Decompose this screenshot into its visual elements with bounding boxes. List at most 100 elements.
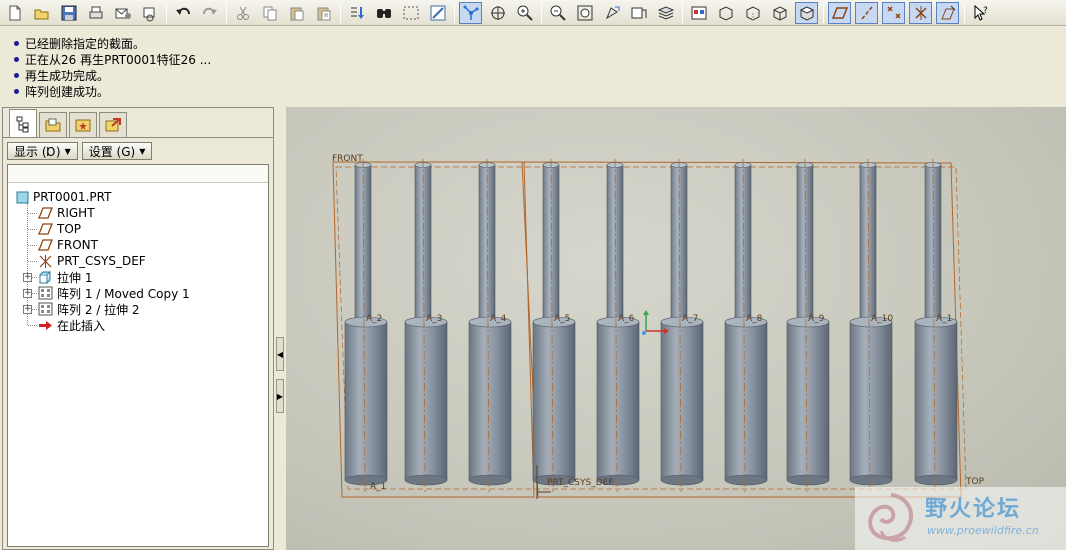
saved-views-button[interactable] (627, 2, 650, 24)
email-link-button[interactable] (138, 2, 161, 24)
rod-body (796, 164, 814, 326)
shading-icon (799, 5, 814, 21)
pattern-icon (38, 286, 53, 300)
tree-item[interactable]: TOP (8, 221, 268, 237)
copy-button[interactable] (258, 2, 281, 24)
paste-special-button[interactable] (312, 2, 335, 24)
rod-body (734, 164, 752, 326)
help-button[interactable]: ? (969, 2, 992, 24)
tree-item[interactable]: + 阵列 2 / 拉伸 2 (8, 301, 268, 317)
navigator-tabs (3, 108, 273, 138)
tree-item[interactable]: + 拉伸 1 (8, 269, 268, 285)
layers-button[interactable] (654, 2, 677, 24)
tab-favorites[interactable] (69, 112, 97, 137)
toolbar-separator (226, 2, 227, 23)
wireframe-button[interactable] (768, 2, 791, 24)
tree-root[interactable]: PRT0001.PRT (8, 189, 268, 205)
find-button[interactable] (372, 2, 395, 24)
tree-item-label: TOP (57, 222, 82, 236)
orient-mode-icon (490, 5, 505, 20)
datum-points-icon (886, 5, 901, 19)
refit-icon (577, 5, 592, 20)
tree-item[interactable]: 在此插入 (8, 317, 268, 333)
cylinder-body (344, 321, 388, 481)
datum-points-button[interactable] (882, 1, 905, 24)
email-button[interactable] (111, 2, 134, 24)
email-icon (115, 8, 131, 19)
open-button[interactable] (30, 2, 53, 24)
graphics-window[interactable]: FRONT TOP A_2 A_3 A_4 A_5 A_6 A_7 A_8 A_9 A_10 A_1 A… (286, 107, 1066, 550)
axis-label: A_6 (618, 314, 635, 324)
datum-axes-button[interactable] (855, 1, 878, 24)
expand-icon[interactable]: + (23, 305, 32, 314)
spin-center-icon (463, 5, 478, 20)
saved-views-icon (631, 7, 646, 18)
collapse-right-grip[interactable]: ▶ (276, 379, 284, 413)
select-box-button[interactable] (399, 2, 422, 24)
cylinder-body (914, 321, 958, 481)
tree-connector (28, 325, 37, 326)
zoom-out-button[interactable] (546, 2, 569, 24)
help-icon: ? (974, 4, 988, 21)
tab-model-tree[interactable] (9, 109, 37, 137)
spin-center-button[interactable] (459, 1, 482, 24)
rod-body (606, 164, 624, 326)
datum-planes-button[interactable] (828, 1, 851, 24)
repaint-button[interactable] (426, 2, 449, 24)
cylinder-body (660, 321, 704, 481)
tree-item[interactable]: + 阵列 1 / Moved Copy 1 (8, 285, 268, 301)
csys-icon (914, 5, 927, 20)
redo-button[interactable] (198, 2, 221, 24)
rod-body (859, 164, 877, 326)
tree-item[interactable]: PRT_CSYS_DEF (8, 253, 268, 269)
reorient-button[interactable] (600, 2, 623, 24)
cylinder-bottom-face (914, 474, 958, 486)
rod-body (670, 164, 688, 326)
watermark-title: 野火论坛 (925, 497, 1022, 522)
new-button[interactable] (3, 2, 26, 24)
paste-button[interactable] (285, 2, 308, 24)
top-datum-label: TOP (965, 477, 985, 487)
annotations-button[interactable] (936, 1, 959, 24)
insert-here-icon (39, 321, 52, 330)
cylinder-body (849, 321, 893, 481)
shading-button[interactable] (795, 1, 818, 24)
expand-icon[interactable]: + (23, 273, 32, 282)
tree-item[interactable]: FRONT (8, 237, 268, 253)
cut-button[interactable] (231, 2, 254, 24)
forum-logo (868, 493, 913, 542)
appearance-button[interactable] (687, 2, 710, 24)
settings-menu-button[interactable]: 设置 (G) ▼ (81, 142, 153, 160)
zoom-in-icon (517, 5, 533, 21)
csys-button[interactable] (909, 1, 932, 24)
bullet-icon (14, 40, 19, 46)
model-viewport[interactable]: FRONTTOPA_2 A_3 A_4 A_5 A_6 A_7 A_8 A_9 A_10 A_1A… (286, 107, 1066, 550)
hidden-line-button[interactable] (741, 2, 764, 24)
regenerate-icon (350, 6, 364, 19)
cylinder-body (468, 321, 512, 481)
tree-root-label: PRT0001.PRT (33, 190, 112, 204)
orient-mode-button[interactable] (486, 2, 509, 24)
tab-folder-browser[interactable] (39, 112, 67, 137)
undo-button[interactable] (171, 2, 194, 24)
regenerate-button[interactable] (345, 2, 368, 24)
expand-icon[interactable]: + (23, 289, 32, 298)
save-button[interactable] (57, 2, 80, 24)
no-hidden-button[interactable] (714, 2, 737, 24)
tree-item[interactable]: RIGHT (8, 205, 268, 221)
display-menu-button[interactable]: 显示 (Ɒ) ▼ (7, 142, 78, 160)
zoom-in-button[interactable] (513, 2, 536, 24)
message-area: 已经删除指定的截面。 正在从26 再生PRT0001特征26 ... 再生成功完… (0, 27, 1066, 106)
cylinder-body (532, 321, 576, 481)
model-tree-icon (16, 116, 29, 132)
settings-button-label: 设置 (G) (88, 144, 136, 159)
extrude-icon (39, 271, 52, 284)
tab-connections[interactable] (99, 112, 127, 137)
collapse-left-grip[interactable]: ◀ (276, 337, 284, 371)
rod-body (478, 164, 496, 326)
axis-label: A_1 (370, 482, 386, 492)
panel-splitter[interactable]: ◀ ▶ (274, 107, 286, 550)
refit-button[interactable] (573, 2, 596, 24)
datum-plane-icon (38, 223, 53, 235)
print-button[interactable] (84, 2, 107, 24)
